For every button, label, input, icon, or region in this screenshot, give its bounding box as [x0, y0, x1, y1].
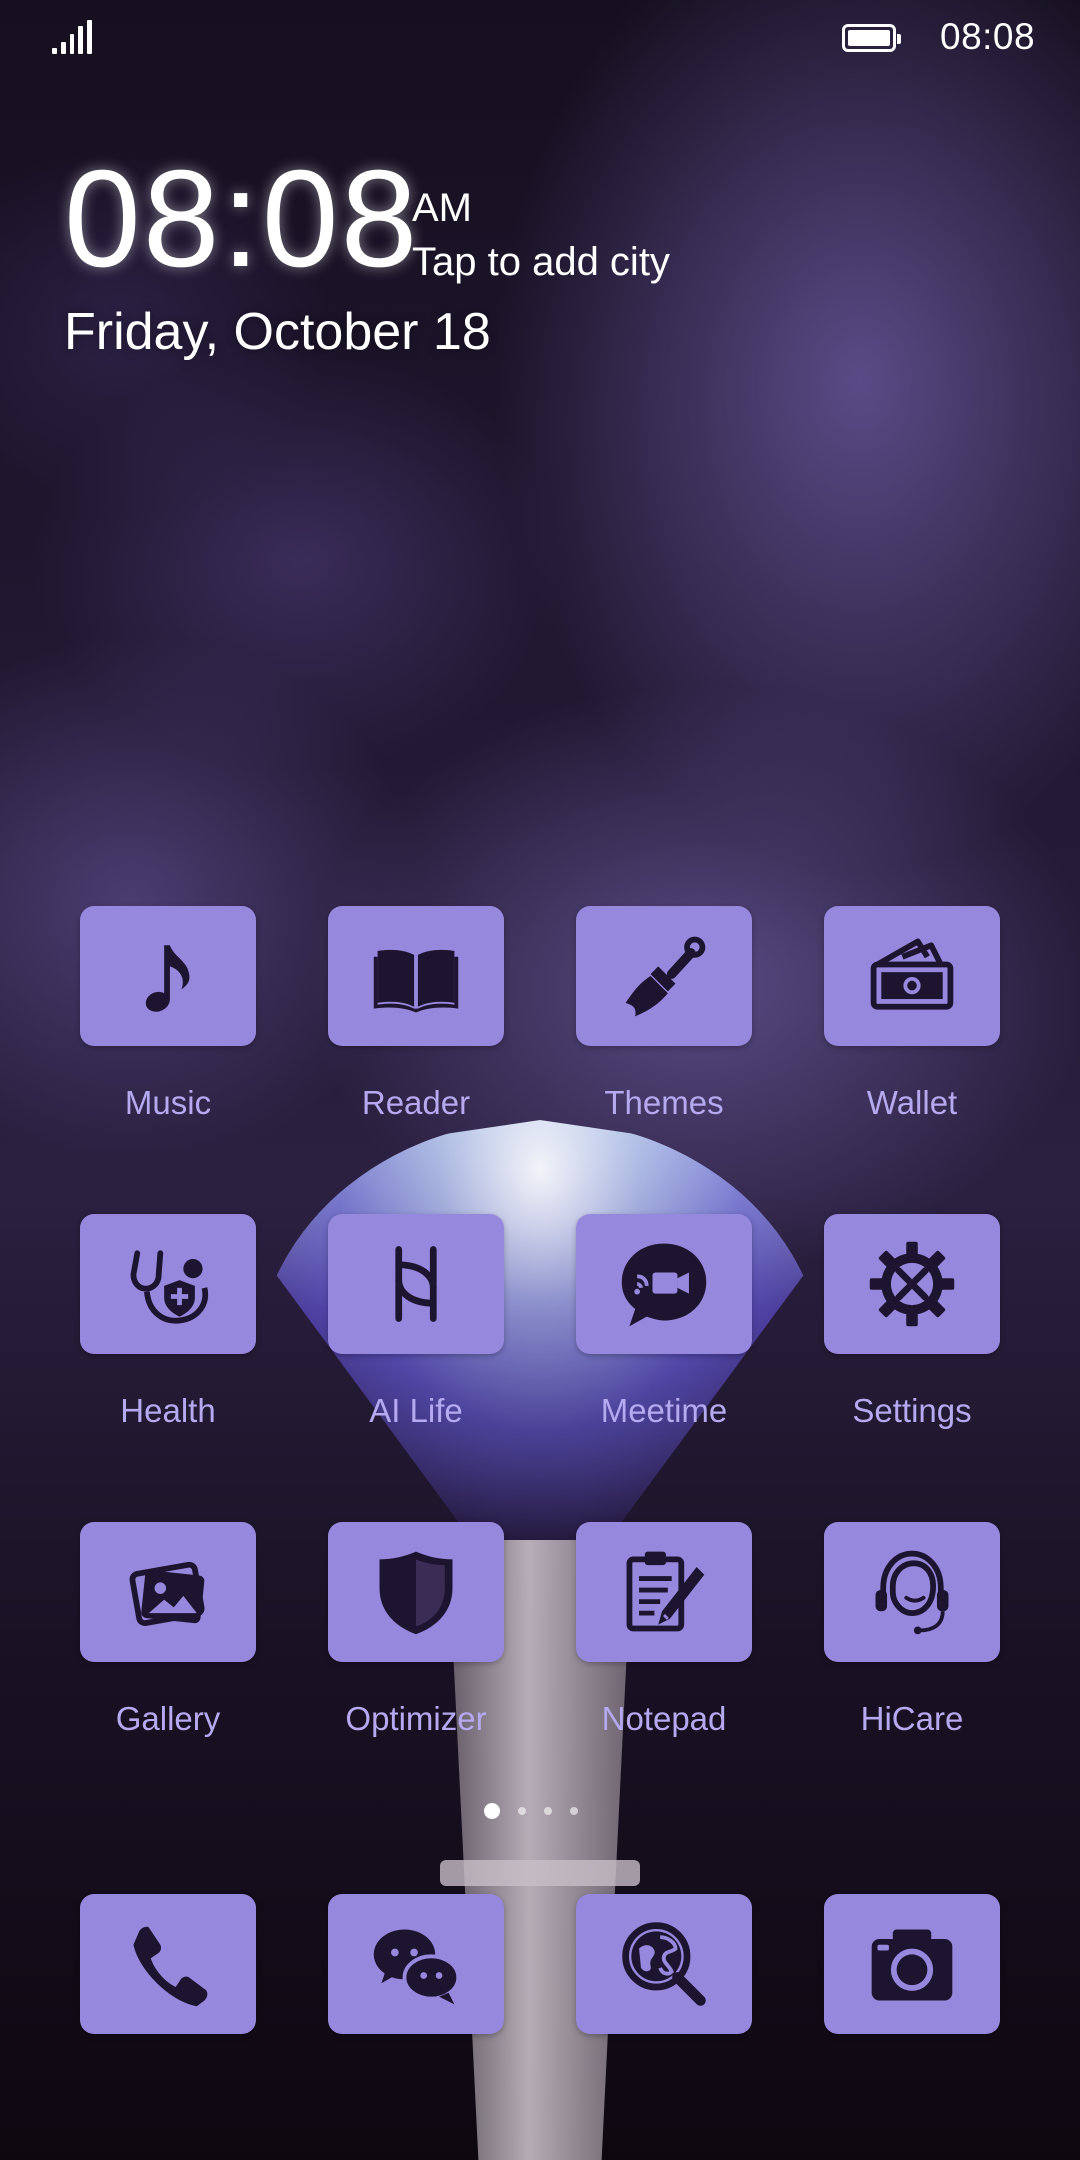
page-dot-4[interactable] [570, 1807, 578, 1815]
app-tile[interactable] [576, 1214, 752, 1354]
app-themes[interactable]: Themes [576, 906, 752, 1122]
phone-icon [133, 1926, 208, 2007]
notepad-icon [626, 1551, 705, 1632]
dock-phone[interactable] [80, 1894, 256, 2034]
app-tile[interactable] [824, 1894, 1000, 2034]
camera-icon [871, 1929, 953, 2001]
app-label: Wallet [866, 1084, 958, 1121]
clock-date[interactable]: Friday, October 18 [64, 302, 491, 362]
app-label: HiCare [860, 1700, 964, 1737]
gear-icon [869, 1241, 955, 1327]
paintbrush-icon [625, 936, 706, 1017]
wallpaper-brush-ferrule [440, 1860, 640, 1886]
page-indicator[interactable] [484, 1803, 578, 1819]
app-music[interactable]: Music [80, 906, 256, 1122]
clock-time[interactable]: 08:08 [64, 150, 419, 288]
app-label: Reader [361, 1084, 471, 1121]
dock-browser[interactable] [576, 1894, 752, 2034]
app-notepad[interactable]: Notepad [576, 1522, 752, 1738]
app-tile[interactable] [576, 1894, 752, 2034]
app-tile[interactable] [80, 906, 256, 1046]
signal-icon [52, 20, 92, 54]
app-label: Settings [852, 1392, 972, 1429]
app-settings[interactable]: Settings [824, 1214, 1000, 1430]
clock-ampm: AM [412, 186, 472, 230]
battery-icon [842, 24, 901, 52]
app-label: Meetime [600, 1392, 728, 1429]
app-label: Health [120, 1392, 216, 1429]
app-label: Optimizer [345, 1700, 487, 1737]
gallery-icon [129, 1561, 205, 1626]
shield-icon [379, 1551, 453, 1635]
stethoscope-icon [130, 1250, 209, 1324]
status-time: 08:08 [940, 16, 1036, 57]
browser-search-icon [622, 1922, 706, 2006]
app-label: Notepad [601, 1700, 727, 1737]
app-hicare[interactable]: HiCare [824, 1522, 1000, 1738]
app-tile[interactable] [80, 1214, 256, 1354]
app-gallery[interactable]: Gallery [80, 1522, 256, 1738]
headset-icon [875, 1550, 949, 1635]
app-tile[interactable] [80, 1894, 256, 2034]
page-dot-3[interactable] [544, 1807, 552, 1815]
app-tile[interactable] [824, 1522, 1000, 1662]
app-label: Themes [604, 1084, 724, 1121]
page-dot-1[interactable] [484, 1803, 500, 1819]
book-icon [373, 949, 459, 1013]
app-tile[interactable] [824, 906, 1000, 1046]
app-ai-life[interactable]: AI Life [328, 1214, 504, 1430]
app-health[interactable]: Health [80, 1214, 256, 1430]
app-tile[interactable] [576, 906, 752, 1046]
app-label: Gallery [115, 1700, 221, 1737]
app-wallet[interactable]: Wallet [824, 906, 1000, 1122]
music-note-icon [145, 945, 190, 1012]
dock-messaging[interactable] [328, 1894, 504, 2034]
app-tile[interactable] [824, 1214, 1000, 1354]
ai-life-icon [395, 1246, 437, 1322]
messaging-icon [373, 1929, 461, 2005]
app-tile[interactable] [576, 1522, 752, 1662]
page-dot-2[interactable] [518, 1807, 526, 1815]
dock-camera[interactable] [824, 1894, 1000, 2034]
app-tile[interactable] [328, 1522, 504, 1662]
status-bar: 08:08 [0, 0, 1080, 72]
app-tile[interactable] [328, 1214, 504, 1354]
app-optimizer[interactable]: Optimizer [328, 1522, 504, 1738]
app-label: AI Life [369, 1392, 463, 1429]
wallet-icon [870, 938, 954, 1010]
app-tile[interactable] [80, 1522, 256, 1662]
app-tile[interactable] [328, 906, 504, 1046]
app-meetime[interactable]: Meetime [576, 1214, 752, 1430]
add-city-link[interactable]: Tap to add city [412, 240, 670, 285]
app-label: Music [124, 1084, 212, 1121]
app-reader[interactable]: Reader [328, 906, 504, 1122]
video-chat-icon [621, 1243, 707, 1327]
app-tile[interactable] [328, 1894, 504, 2034]
